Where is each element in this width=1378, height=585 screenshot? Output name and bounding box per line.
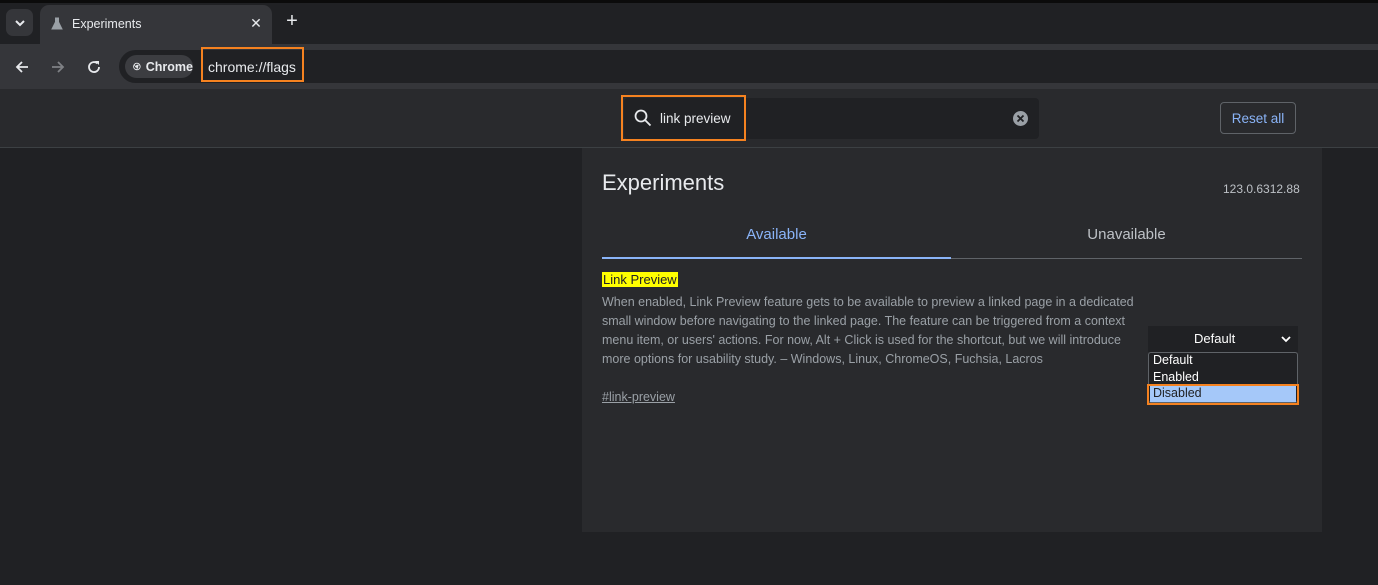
option-enabled[interactable]: Enabled: [1153, 370, 1199, 384]
window-top-edge: [0, 0, 1378, 3]
reload-icon: [88, 61, 100, 73]
chrome-logo-icon: [133, 62, 141, 71]
tab-experiments[interactable]: Experiments ✕: [40, 5, 272, 44]
url-highlight-box: [201, 47, 304, 82]
back-button[interactable]: [11, 56, 33, 78]
page-title: Experiments: [602, 170, 725, 195]
flag-title: Link Preview: [602, 272, 678, 287]
chevron-down-icon: [14, 19, 25, 26]
reload-button[interactable]: [83, 56, 105, 78]
reset-all-button[interactable]: Reset all: [1220, 102, 1296, 134]
flag-anchor-link[interactable]: #link-preview: [602, 390, 675, 404]
search-highlight-box: [621, 95, 746, 141]
tab-unavailable[interactable]: Unavailable: [951, 226, 1302, 243]
flag-description: When enabled, Link Preview feature gets …: [602, 295, 1134, 366]
tab-search-button[interactable]: [6, 9, 33, 36]
forward-button[interactable]: [47, 56, 69, 78]
forward-arrow-icon: [52, 61, 65, 73]
address-bar[interactable]: Chrome: [119, 50, 1378, 83]
chip-label: Chrome: [145, 59, 193, 74]
site-info-chip[interactable]: Chrome: [125, 55, 193, 78]
version-label: 123.0.6312.88: [1223, 182, 1300, 196]
tab-available[interactable]: Available: [602, 226, 951, 243]
flask-icon: [51, 17, 63, 30]
tab-strip: Experiments ✕ +: [0, 0, 1378, 44]
chevron-down-icon: [1281, 336, 1291, 343]
select-value: Default: [1194, 331, 1236, 346]
tab-title: Experiments: [72, 17, 142, 31]
active-tab-indicator: [602, 257, 951, 259]
clear-icon[interactable]: [1012, 110, 1029, 127]
flag-state-select[interactable]: Default: [1148, 326, 1298, 352]
option-highlight-box: [1147, 384, 1299, 405]
close-icon[interactable]: ✕: [248, 15, 264, 31]
plus-icon[interactable]: +: [283, 11, 301, 31]
back-arrow-icon: [15, 61, 28, 73]
option-default[interactable]: Default: [1153, 353, 1193, 367]
